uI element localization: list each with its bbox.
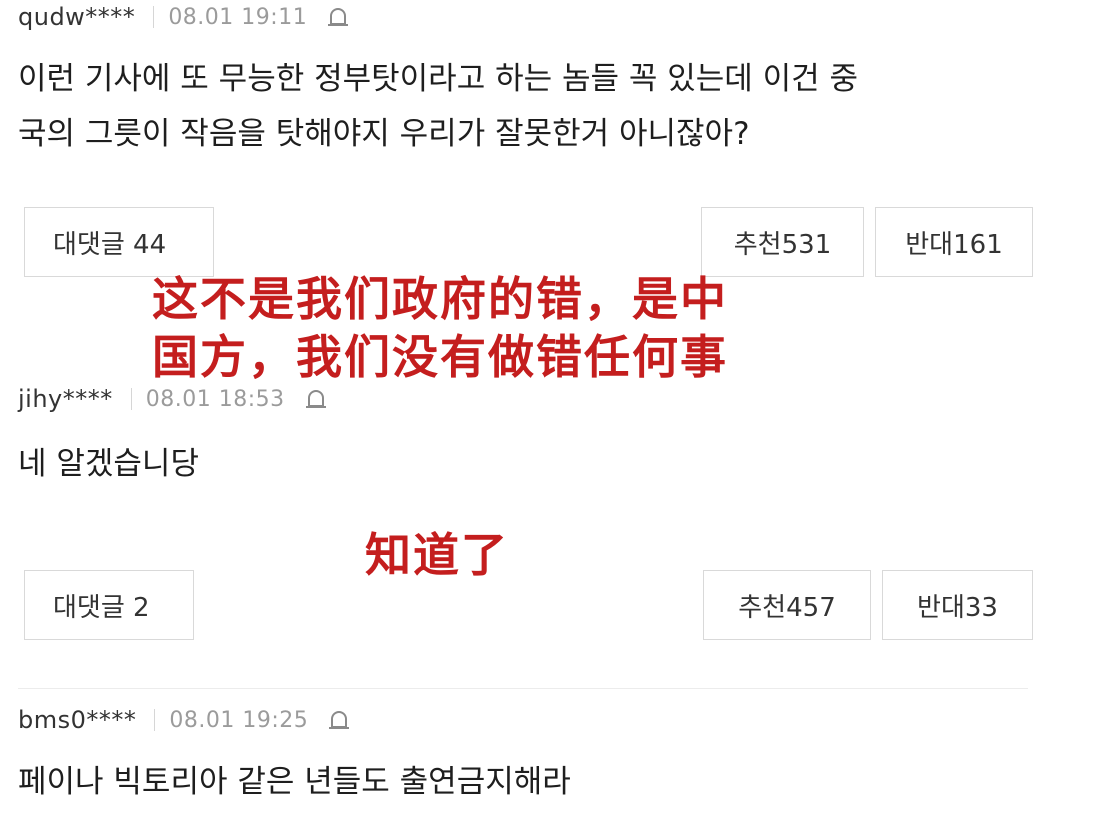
bell-report-icon[interactable] [325, 4, 351, 30]
comment-meta: qudw**** 08.01 19:11 [18, 2, 351, 32]
annotation-line: 国方，我们没有做错任何事 [152, 330, 728, 384]
comment-username[interactable]: jihy**** [18, 385, 113, 413]
comment-text: 이런 기사에 또 무능한 정부탓이라고 하는 놈들 꼭 있는데 이건 중 국의 … [18, 52, 858, 162]
annotation-overlay: 知道了 [365, 526, 509, 584]
dislike-button[interactable]: 반대161 [875, 207, 1033, 277]
comment-username[interactable]: bms0**** [18, 706, 136, 734]
bell-report-icon[interactable] [326, 707, 352, 733]
meta-separator [130, 388, 132, 410]
comment-text-line: 페이나 빅토리아 같은 년들도 출연금지해라 [18, 764, 571, 800]
comment-username[interactable]: qudw**** [18, 3, 135, 31]
comment-text-line: 네 알겠습니당 [18, 446, 199, 482]
reply-button[interactable]: 대댓글 2 [24, 570, 194, 640]
comment-text-line: 이런 기사에 또 무능한 정부탓이라고 하는 놈들 꼭 있는데 이건 중 [18, 61, 859, 97]
comment-text: 네 알겠습니당 [18, 437, 199, 492]
comment-divider [18, 688, 1028, 689]
dislike-button[interactable]: 반대33 [882, 570, 1033, 640]
bell-report-icon[interactable] [303, 386, 329, 412]
comment-meta: bms0**** 08.01 19:25 [18, 705, 352, 735]
comment-timestamp: 08.01 19:25 [169, 707, 309, 733]
like-button[interactable]: 추천457 [703, 570, 871, 640]
comment-timestamp: 08.01 19:11 [168, 4, 308, 30]
annotation-line: 这不是我们政府的错，是中 [152, 272, 728, 326]
annotation-overlay: 这不是我们政府的错，是中 国方，我们没有做错任何事 [152, 270, 728, 386]
comment-text: 페이나 빅토리아 같은 년들도 출연금지해라 [18, 755, 571, 810]
meta-separator [153, 6, 155, 28]
comment-text-line: 국의 그릇이 작음을 탓해야지 우리가 잘못한거 아니잖아? [18, 116, 750, 152]
like-button[interactable]: 추천531 [701, 207, 864, 277]
comment-meta: jihy**** 08.01 18:53 [18, 384, 329, 414]
comment-timestamp: 08.01 18:53 [145, 386, 285, 412]
meta-separator [154, 709, 156, 731]
annotation-line: 知道了 [365, 528, 509, 582]
reply-button[interactable]: 대댓글 44 [24, 207, 214, 277]
